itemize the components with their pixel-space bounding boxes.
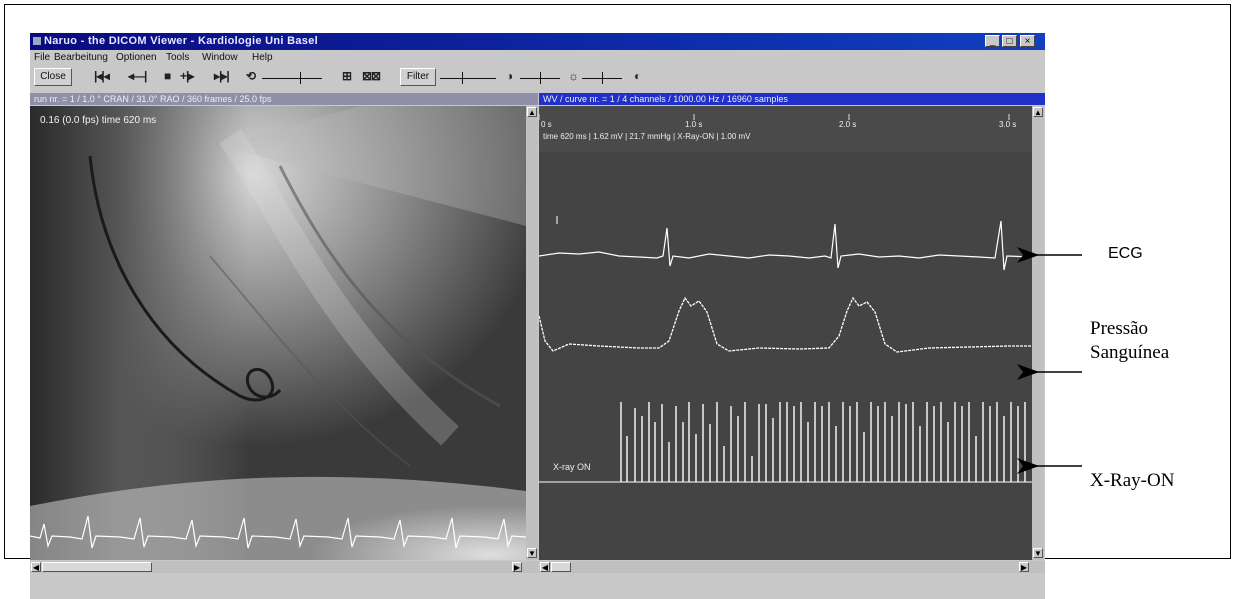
pressure-annotation-line2: Sanguínea bbox=[1090, 342, 1170, 363]
annotation-arrows bbox=[1016, 247, 1082, 474]
ecg-annotation: ECG bbox=[1108, 245, 1143, 262]
pressure-annotation-line1: Pressão bbox=[1090, 318, 1149, 339]
xray-annotation: X-Ray-ON bbox=[1090, 470, 1175, 491]
